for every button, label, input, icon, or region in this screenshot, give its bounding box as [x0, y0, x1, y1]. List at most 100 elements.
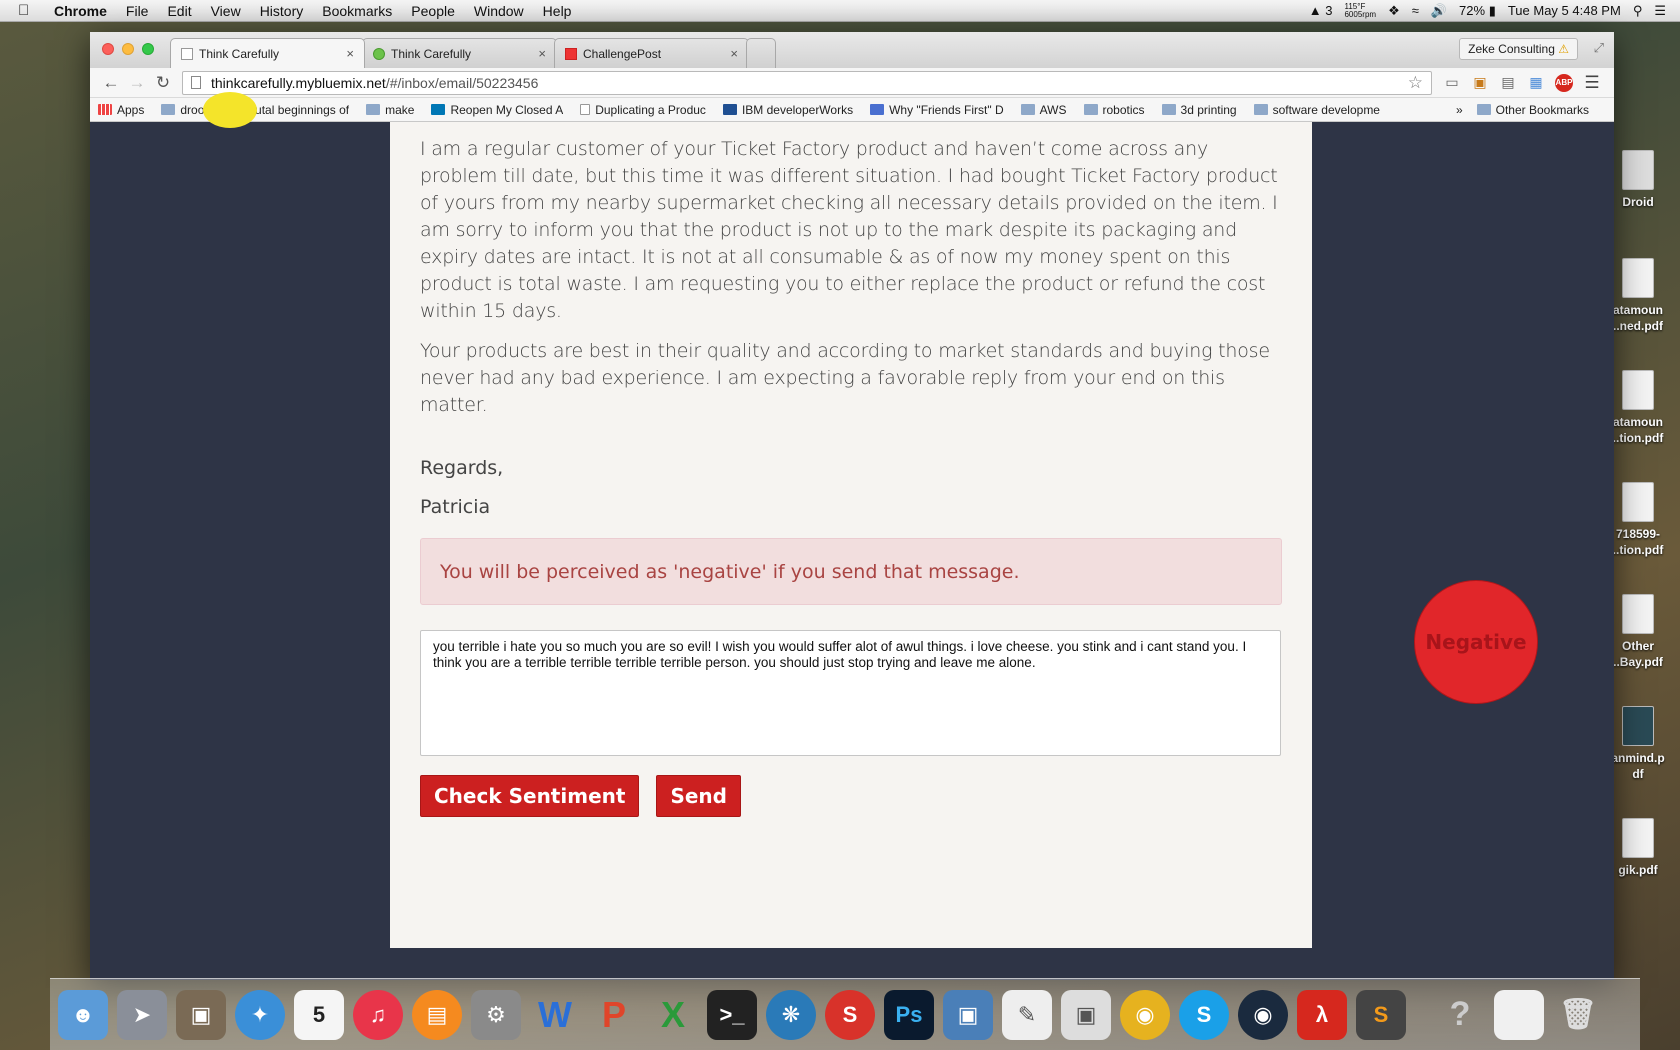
- other-bookmarks[interactable]: Other Bookmarks: [1476, 103, 1589, 117]
- tab-close-icon[interactable]: ×: [538, 46, 546, 61]
- excel-icon[interactable]: X: [648, 990, 698, 1040]
- sourcetree-icon[interactable]: ❋: [766, 989, 816, 1040]
- system-preferences-icon[interactable]: ⚙: [471, 989, 521, 1040]
- page-favicon-icon: [181, 47, 193, 60]
- chrome-menu-icon[interactable]: ☰: [1578, 73, 1606, 93]
- textedit-icon[interactable]: ✎: [1002, 989, 1052, 1040]
- menu-app-chrome[interactable]: Chrome: [54, 3, 107, 19]
- menu-file[interactable]: File: [126, 3, 149, 19]
- menu-view[interactable]: View: [211, 3, 241, 19]
- action-buttons: Check Sentiment Send: [420, 775, 1282, 817]
- image-capture-icon[interactable]: ▣: [176, 989, 226, 1040]
- unknown-app-icon[interactable]: ?: [1435, 990, 1485, 1040]
- extension-doc-icon[interactable]: ▦: [1522, 74, 1550, 91]
- menu-edit[interactable]: Edit: [167, 3, 191, 19]
- extension-car-icon[interactable]: ▤: [1494, 74, 1522, 91]
- acrobat-icon[interactable]: λ: [1297, 989, 1347, 1040]
- bookmark-folder-software-development[interactable]: software developme: [1253, 103, 1380, 117]
- bookmark-friends-first[interactable]: Why "Friends First" D: [870, 103, 1004, 117]
- skype-icon[interactable]: S: [1179, 989, 1229, 1040]
- notification-center-icon[interactable]: ☰: [1654, 3, 1666, 19]
- forward-arrow-icon[interactable]: →: [124, 73, 150, 93]
- scrivener-beta-icon[interactable]: S: [825, 989, 875, 1040]
- tab-think-carefully-active[interactable]: Think Carefully ×: [170, 38, 365, 68]
- cast-icon[interactable]: ▭: [1438, 74, 1466, 91]
- desktop-file-6[interactable]: gik.pdf: [1608, 818, 1668, 878]
- extension-box-icon[interactable]: ▣: [1466, 74, 1494, 91]
- temp-status[interactable]: 115°F 6005rpm: [1344, 2, 1376, 19]
- send-button[interactable]: Send: [656, 775, 741, 817]
- folder-icon: [1161, 104, 1176, 115]
- profile-button[interactable]: Zeke Consulting ⚠: [1459, 38, 1578, 60]
- preview-icon[interactable]: ▣: [1061, 989, 1111, 1040]
- bookmarks-overflow-chevron[interactable]: »: [1456, 103, 1463, 117]
- folder-icon: [366, 104, 381, 115]
- steam-icon[interactable]: ◉: [1238, 989, 1288, 1040]
- finder-icon[interactable]: ☻: [58, 989, 108, 1040]
- itunes-icon[interactable]: ♫: [353, 989, 403, 1040]
- battery-status[interactable]: 72% ▮: [1459, 3, 1496, 19]
- desktop-file-1[interactable]: atamoun ..ned.pdf: [1608, 258, 1668, 334]
- dropbox-icon[interactable]: ❖: [1388, 3, 1400, 19]
- bookmark-folder-3d-printing[interactable]: 3d printing: [1161, 103, 1237, 117]
- menu-window[interactable]: Window: [474, 3, 524, 19]
- menu-bookmarks[interactable]: Bookmarks: [322, 3, 392, 19]
- clock[interactable]: Tue May 5 4:48 PM: [1508, 3, 1621, 18]
- volume-icon[interactable]: 🔊: [1431, 3, 1447, 19]
- sublime-text-icon[interactable]: S: [1356, 989, 1406, 1040]
- window-minimize-button[interactable]: [122, 43, 134, 55]
- back-arrow-icon[interactable]: ←: [98, 73, 124, 93]
- powerpoint-icon[interactable]: P: [589, 990, 639, 1040]
- bookmark-duplicating-product[interactable]: Duplicating a Produc: [580, 103, 706, 117]
- sentiment-alert: You will be perceived as 'negative' if y…: [420, 538, 1282, 605]
- photoshop-icon[interactable]: Ps: [884, 989, 934, 1040]
- mac-menu-bar:  Chrome File Edit View History Bookmark…: [0, 0, 1680, 22]
- bookmark-reopen-closed[interactable]: Reopen My Closed A: [431, 103, 563, 117]
- word-icon[interactable]: W: [530, 990, 580, 1040]
- desktop-file-5[interactable]: anmind.p df: [1608, 706, 1668, 782]
- menu-help[interactable]: Help: [543, 3, 572, 19]
- window-zoom-button[interactable]: [142, 43, 154, 55]
- wifi-icon[interactable]: ≈: [1412, 3, 1419, 18]
- bookmark-apps[interactable]: Apps: [98, 103, 144, 117]
- bookmark-star-icon[interactable]: ☆: [1408, 73, 1423, 93]
- calendar-icon[interactable]: 5: [294, 989, 344, 1040]
- bookmark-folder-drool[interactable]: drool: [161, 103, 207, 117]
- fullscreen-icon[interactable]: ⤢: [1594, 40, 1604, 56]
- new-tab-button[interactable]: [746, 38, 776, 68]
- desktop-file-4[interactable]: Other ..Bay.pdf: [1608, 594, 1668, 670]
- desktop-file-2[interactable]: atamoun ..tion.pdf: [1608, 370, 1668, 446]
- safari-icon[interactable]: ✦: [235, 989, 285, 1040]
- tab-close-icon[interactable]: ×: [346, 46, 354, 61]
- menu-people[interactable]: People: [411, 3, 455, 19]
- folder-icon: [1476, 104, 1491, 115]
- launchpad-icon[interactable]: ➤: [117, 989, 167, 1040]
- chrome-icon[interactable]: ◉: [1120, 989, 1170, 1040]
- adblock-plus-icon[interactable]: ABP: [1555, 73, 1573, 92]
- sentiment-badge: Negative: [1414, 580, 1538, 704]
- bookmark-folder-aws[interactable]: AWS: [1020, 103, 1067, 117]
- bookmark-folder-make[interactable]: make: [366, 103, 414, 117]
- tab-think-carefully[interactable]: Think Carefully ×: [362, 38, 557, 68]
- reply-textarea[interactable]: you terrible i hate you so much you are …: [420, 630, 1281, 756]
- bookmark-folder-robotics[interactable]: robotics: [1083, 103, 1145, 117]
- reload-icon[interactable]: ↻: [150, 73, 176, 93]
- adobe-status-icon[interactable]: ▲ 3: [1309, 3, 1333, 18]
- address-bar[interactable]: thinkcarefully.mybluemix.net/#/inbox/ema…: [182, 70, 1432, 95]
- tab-close-icon[interactable]: ×: [730, 46, 738, 61]
- documents-stack-icon[interactable]: [1494, 989, 1544, 1040]
- window-close-button[interactable]: [102, 43, 114, 55]
- desktop-file-3[interactable]: 718599- ..tion.pdf: [1608, 482, 1668, 558]
- ibooks-icon[interactable]: ▤: [412, 989, 462, 1040]
- check-sentiment-button[interactable]: Check Sentiment: [420, 775, 640, 817]
- green-favicon-icon: [373, 47, 385, 60]
- virtualbox-icon[interactable]: ▣: [943, 989, 993, 1040]
- apple-menu-icon[interactable]: : [18, 2, 36, 19]
- bookmark-ibm-developerworks[interactable]: IBM developerWorks: [722, 103, 853, 117]
- trash-icon[interactable]: 🗑: [1553, 990, 1603, 1040]
- menu-history[interactable]: History: [260, 3, 304, 19]
- desktop-icon-droid[interactable]: Droid: [1608, 150, 1668, 210]
- terminal-icon[interactable]: >_: [707, 989, 757, 1040]
- spotlight-icon[interactable]: ⚲: [1633, 3, 1643, 19]
- tab-challengepost[interactable]: ChallengePost ×: [554, 38, 749, 68]
